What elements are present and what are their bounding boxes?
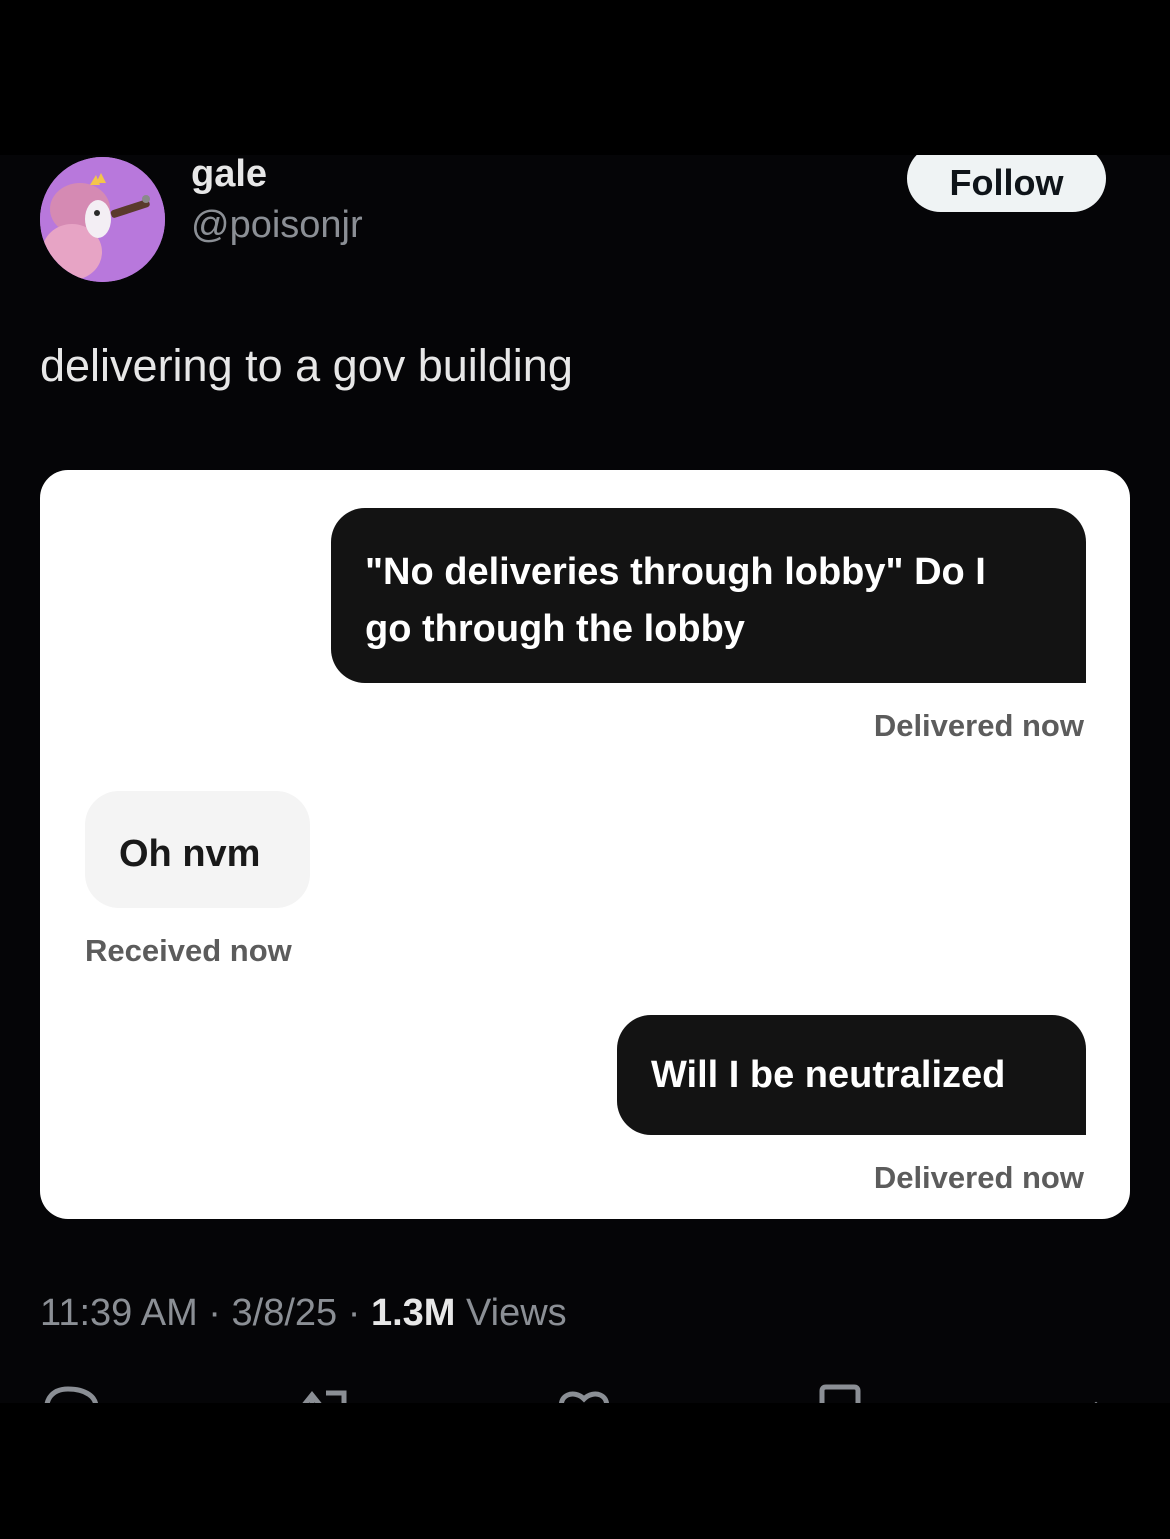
post-text: delivering to a gov building (40, 340, 573, 391)
author-display-name[interactable]: gale (191, 155, 267, 196)
message-line: "No deliveries through lobby" Do I (365, 551, 986, 593)
views-label: Views (455, 1292, 567, 1334)
message-status: Delivered now (873, 708, 1084, 743)
bookmark-button[interactable] (816, 1383, 876, 1403)
share-button[interactable] (1076, 1383, 1136, 1403)
like-button[interactable] (556, 1383, 616, 1403)
repost-icon (302, 1390, 347, 1403)
action-bar (0, 1383, 1170, 1403)
bookmark-icon (819, 1384, 861, 1403)
message-status: Delivered now (873, 1160, 1084, 1195)
post-time[interactable]: 11:39 AM (40, 1292, 198, 1334)
cartoon-character-avatar-icon (40, 157, 165, 282)
share-icon (1094, 1401, 1098, 1403)
avatar[interactable] (40, 157, 165, 282)
message-line: Oh nvm (119, 833, 261, 875)
views-count: 1.3M (370, 1292, 456, 1334)
meta-separator: · (197, 1292, 232, 1334)
like-icon (559, 1391, 609, 1403)
message-bubble-outgoing: "No deliveries through lobby" Do I go th… (331, 508, 1086, 683)
author-handle[interactable]: @poisonjr (191, 204, 363, 247)
follow-button[interactable]: Follow (907, 155, 1106, 212)
message-status: Received now (85, 933, 292, 968)
message-bubble-outgoing: Will I be neutralized (617, 1015, 1086, 1135)
message-line: go through the lobby (365, 608, 745, 650)
repost-button[interactable] (298, 1383, 358, 1403)
post-meta: 11:39 AM · 3/8/25 · 1.3M Views (40, 1292, 567, 1335)
reply-button[interactable] (40, 1383, 100, 1403)
post-frame: gale @poisonjr Follow delivering to a go… (0, 155, 1170, 1403)
reply-icon (44, 1386, 98, 1403)
post-date[interactable]: 3/8/25 (232, 1292, 338, 1334)
meta-separator: · (337, 1292, 371, 1334)
attached-screenshot[interactable]: "No deliveries through lobby" Do I go th… (40, 470, 1130, 1219)
message-line: Will I be neutralized (651, 1054, 1006, 1096)
message-bubble-incoming: Oh nvm (85, 791, 310, 908)
